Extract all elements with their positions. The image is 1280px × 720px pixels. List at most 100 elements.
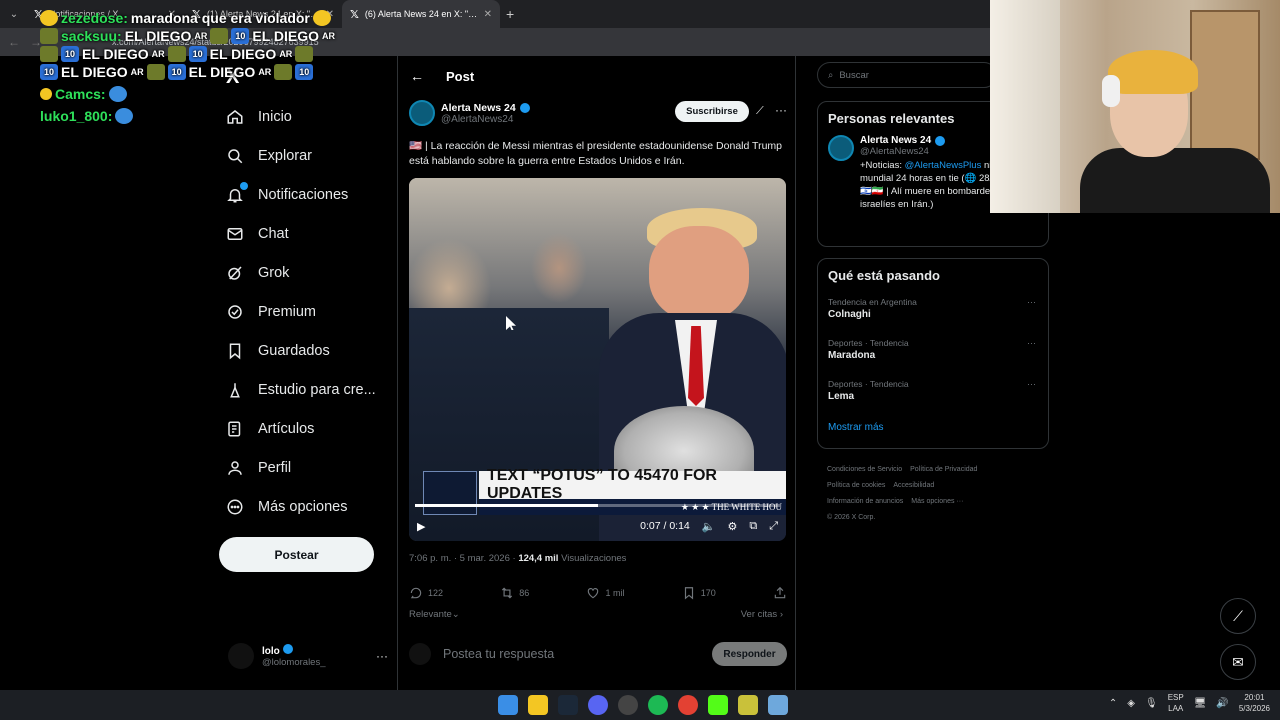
chrome-icon[interactable] [678, 695, 698, 715]
subscribe-button[interactable]: Suscribirse [675, 101, 749, 122]
tab-search-button[interactable]: ⌄ [2, 3, 26, 25]
notepad-icon[interactable] [768, 695, 788, 715]
share-button[interactable] [773, 586, 787, 600]
footer-link[interactable]: Más opciones ··· [911, 498, 963, 505]
creator-studio-icon [226, 381, 244, 399]
play-icon[interactable]: ▶ [417, 520, 425, 533]
bell-icon [226, 182, 248, 204]
more-icon[interactable]: ··· [1027, 297, 1036, 307]
kick-icon[interactable] [708, 695, 728, 715]
video-chyron-sub: ★ ★ ★ THE WHITE HOU [479, 499, 786, 515]
post-author[interactable]: Alerta News 24 @AlertaNews24 [409, 100, 530, 126]
views-count: 124,4 mil [518, 553, 559, 564]
chevron-up-icon[interactable]: ⌃ [1109, 698, 1117, 709]
messages-float-button[interactable]: ✉ [1220, 644, 1256, 680]
account-switcher[interactable]: lolo @lolomorales_ ··· [228, 643, 388, 669]
sort-replies-dropdown[interactable]: Relevante⌄ [409, 609, 460, 620]
close-icon[interactable]: ✕ [484, 9, 492, 20]
trend-item[interactable]: Deportes · Tendencia Maradona ··· [818, 333, 1048, 374]
mail-icon [226, 225, 244, 243]
bookmark-button[interactable]: 170 [682, 586, 716, 600]
author-handle[interactable]: @AlertaNews24 [441, 114, 530, 125]
avatar[interactable] [828, 135, 854, 161]
chat-username: zezedose: [61, 10, 128, 26]
chat-text: EL DIEGO [209, 46, 277, 62]
nav-item-guardados[interactable]: Guardados [226, 342, 330, 360]
language-indicator[interactable]: ESP LAA [1168, 692, 1184, 714]
view-quotes-link[interactable]: Ver citas › [741, 609, 783, 620]
avatar[interactable] [409, 100, 435, 126]
footer-link[interactable]: Política de cookies [827, 482, 885, 489]
back-icon[interactable]: ← [8, 35, 20, 49]
nav-item-grok[interactable]: Grok [226, 264, 289, 282]
app-tray-icon[interactable]: ◈ [1127, 698, 1135, 709]
nav-item-notificaciones[interactable]: Notificaciones [226, 182, 349, 204]
heart-icon [588, 588, 599, 599]
pip-icon[interactable]: ⧉ [749, 520, 757, 533]
volume-icon[interactable]: 🔊 [1216, 698, 1228, 709]
more-icon[interactable]: ··· [376, 649, 388, 663]
reply-submit-button[interactable]: Responder [712, 642, 787, 666]
nav-item-articulos[interactable]: Artículos [226, 420, 314, 438]
video-chyron: TEXT “POTUS” TO 45470 FOR UPDATES [479, 467, 786, 502]
discord-icon[interactable] [588, 695, 608, 715]
more-icon[interactable]: ··· [1027, 338, 1036, 348]
trend-item[interactable]: Deportes · Tendencia Lema ··· [818, 374, 1048, 415]
nav-item-premium[interactable]: Premium [226, 303, 316, 321]
post-button[interactable]: Postear [219, 537, 374, 572]
video-progress-fill [415, 504, 598, 507]
trend-name: Maradona [828, 350, 876, 361]
chat-message: zezedose: maradona que era violador [40, 10, 400, 26]
like-count: 1 mil [605, 588, 625, 598]
bio-link[interactable]: @AlertaNewsPlus [905, 160, 982, 171]
like-button[interactable]: 1 mil [586, 586, 625, 600]
spotify-icon[interactable] [648, 695, 668, 715]
app-icon[interactable] [738, 695, 758, 715]
network-icon[interactable]: 🖥 [1194, 698, 1207, 709]
back-arrow-icon[interactable]: ← [410, 68, 424, 84]
grok-icon[interactable]: ⟋ [756, 105, 764, 118]
footer-link[interactable]: Condiciones de Servicio [827, 466, 902, 473]
nav-item-mas-opciones[interactable]: Más opciones [226, 498, 347, 516]
file-explorer-icon[interactable] [528, 695, 548, 715]
reply-button[interactable]: 122 [409, 586, 443, 600]
clock[interactable]: 20:01 5/3/2026 [1239, 692, 1270, 714]
video-controls: ▶ 0:07 / 0:14 🔈 ⚙ ⧉ ⤢ [409, 514, 786, 538]
volume-icon[interactable]: 🔈 [702, 520, 716, 533]
reply-input[interactable] [443, 647, 683, 661]
nav-label: Artículos [258, 421, 315, 437]
footer-link[interactable]: Accesibilidad [893, 482, 934, 489]
microphone-icon[interactable]: 🎙 [1145, 698, 1158, 709]
start-icon[interactable] [498, 695, 518, 715]
new-tab-button[interactable]: + [506, 6, 514, 22]
chat-message: luko1_800: [40, 108, 400, 124]
settings-icon[interactable]: ⚙ [727, 520, 737, 533]
share-icon [774, 586, 786, 599]
video-progress-bar[interactable] [415, 504, 780, 507]
footer-link[interactable]: Política de Privacidad [910, 466, 977, 473]
grok-float-button[interactable]: ⟋ [1220, 598, 1256, 634]
nav-label: Notificaciones [258, 187, 349, 203]
obs-icon[interactable] [618, 695, 638, 715]
repost-button[interactable]: 86 [500, 586, 529, 600]
more-icon[interactable]: ··· [1027, 379, 1036, 389]
more-icon[interactable]: ··· [775, 103, 787, 117]
fullscreen-icon[interactable]: ⤢ [769, 520, 778, 533]
trend-item[interactable]: Tendencia en Argentina Colnaghi ··· [818, 292, 1048, 333]
profile-handle: @lolomorales_ [262, 657, 326, 668]
video-player[interactable]: TEXT “POTUS” TO 45470 FOR UPDATES ★ ★ ★ … [409, 178, 786, 541]
emote-icon [40, 88, 52, 100]
steam-icon[interactable] [558, 695, 578, 715]
author-name[interactable]: Alerta News 24 [441, 102, 530, 114]
post-meta: 7:06 p. m. · 5 mar. 2026 · 124,4 mil Vis… [409, 553, 626, 564]
post-timestamp[interactable]: 7:06 p. m. · 5 mar. 2026 · [409, 553, 518, 564]
show-more-link[interactable]: Mostrar más [818, 415, 1048, 447]
trend-name: Colnaghi [828, 309, 871, 320]
search-input[interactable]: ⌕ Buscar [817, 62, 997, 88]
nav-label: Explorar [258, 148, 312, 164]
footer-link[interactable]: Información de anuncios [827, 498, 903, 505]
nav-item-perfil[interactable]: Perfil [226, 459, 291, 477]
nav-item-estudio[interactable]: Estudio para cre... [226, 381, 376, 399]
nav-item-chat[interactable]: Chat [226, 225, 289, 243]
nav-item-explorar[interactable]: Explorar [226, 147, 312, 165]
